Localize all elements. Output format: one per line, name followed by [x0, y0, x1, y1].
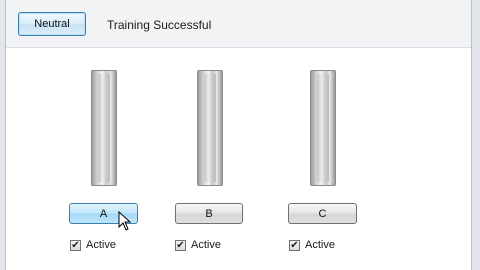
checkbox-b-label: Active [191, 239, 221, 251]
checkbox-a-box[interactable]: ✔ [70, 239, 81, 251]
mouse-cursor-icon [118, 211, 132, 231]
channel-c-active-checkbox[interactable]: ✔ Active [289, 239, 335, 251]
window-left-border [0, 0, 6, 270]
channel-b-active-checkbox[interactable]: ✔ Active [175, 239, 221, 251]
sensor-bar-b [197, 70, 223, 186]
channel-c-button[interactable]: C [288, 203, 357, 224]
checkbox-c-label: Active [305, 239, 335, 251]
sensor-bar-a [91, 70, 117, 186]
window-right-border [471, 0, 480, 270]
checkbox-c-box[interactable]: ✔ [289, 239, 300, 251]
checkbox-b-box[interactable]: ✔ [175, 239, 186, 251]
sensor-bar-c [310, 70, 336, 186]
checkbox-a-label: Active [86, 239, 116, 251]
neutral-button[interactable]: Neutral [18, 12, 86, 36]
status-text: Training Successful [107, 18, 212, 32]
channel-b-button[interactable]: B [175, 203, 243, 224]
channel-a-active-checkbox[interactable]: ✔ Active [70, 239, 116, 251]
